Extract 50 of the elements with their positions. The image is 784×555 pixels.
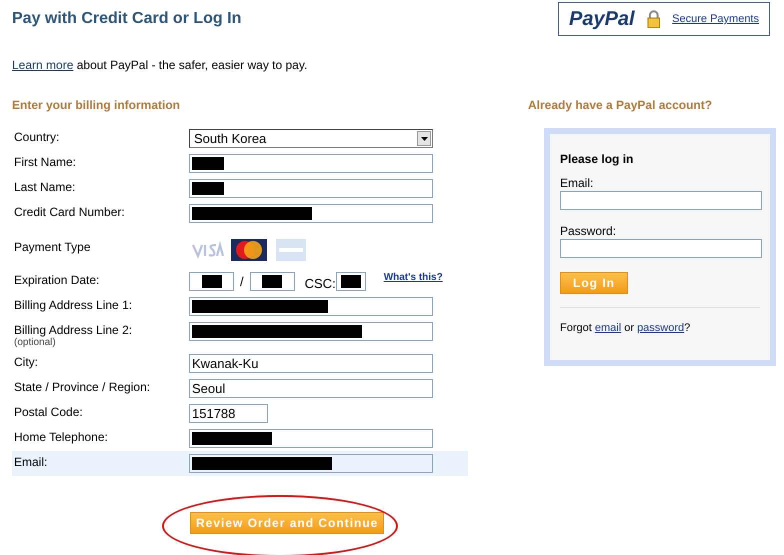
email-link[interactable]: email: [594, 322, 622, 334]
page-title: Pay with Credit Card or Log In: [12, 10, 242, 28]
field-label: State / Province / Region:: [14, 379, 152, 394]
input-field[interactable]: [189, 179, 433, 198]
input-field[interactable]: [336, 272, 366, 291]
country-select[interactable]: South Korea: [189, 129, 433, 148]
input-field[interactable]: 151788: [189, 404, 268, 423]
password-link[interactable]: password: [637, 322, 684, 334]
padlock-icon: [646, 10, 660, 28]
forgot-text: Forgot email or password?: [560, 322, 692, 334]
field-label: Password:: [560, 224, 618, 238]
section-heading: Enter your billing information: [12, 98, 181, 112]
input-field[interactable]: [189, 454, 433, 473]
field-label: Credit Card Number:: [14, 204, 126, 219]
input-field[interactable]: [189, 204, 433, 223]
input-field[interactable]: Kwanak-Ku: [189, 354, 433, 373]
field-label: City:: [14, 354, 39, 369]
redaction-bar: [262, 275, 282, 288]
redaction-bar: [202, 275, 222, 288]
input-field[interactable]: [189, 297, 433, 316]
learn-more-link[interactable]: Learn more: [12, 58, 74, 72]
email-input[interactable]: [560, 191, 762, 210]
input-field[interactable]: [189, 154, 433, 173]
field-label: Last Name:: [14, 179, 76, 194]
field-label: First Name:: [14, 154, 78, 169]
input-field[interactable]: [189, 429, 433, 448]
field-label: Home Telephone:: [14, 429, 109, 444]
optional-note: (optional): [14, 337, 57, 348]
input-field[interactable]: [189, 322, 433, 341]
section-heading: Already have a PayPal account?: [528, 98, 714, 112]
login-title: Please log in: [560, 152, 634, 166]
input-field[interactable]: Seoul: [189, 379, 433, 398]
input-field[interactable]: [250, 272, 295, 291]
input-field[interactable]: [189, 272, 234, 291]
separator-text: /: [240, 274, 244, 289]
secure-payments-link[interactable]: Secure Payments: [672, 13, 759, 25]
logo-text: PayPal: [569, 8, 635, 30]
redaction-bar: [340, 275, 361, 288]
field-label: Expiration Date:: [14, 272, 100, 287]
csc-label: CSC:: [304, 276, 336, 291]
field-label: Payment Type: [14, 239, 92, 254]
intro-text: Learn more about PayPal - the safer, easier way to pay.: [12, 58, 308, 72]
field-label: Email:: [14, 454, 48, 469]
field-label: Billing Address Line 2:: [14, 322, 134, 337]
whats-this-link[interactable]: What's this?: [384, 272, 443, 283]
field-label: Country:: [14, 129, 60, 144]
field-label: Email:: [560, 176, 594, 190]
field-label: Postal Code:: [14, 404, 84, 419]
field-label: Billing Address Line 1:: [14, 297, 134, 312]
password-input[interactable]: [560, 239, 762, 258]
